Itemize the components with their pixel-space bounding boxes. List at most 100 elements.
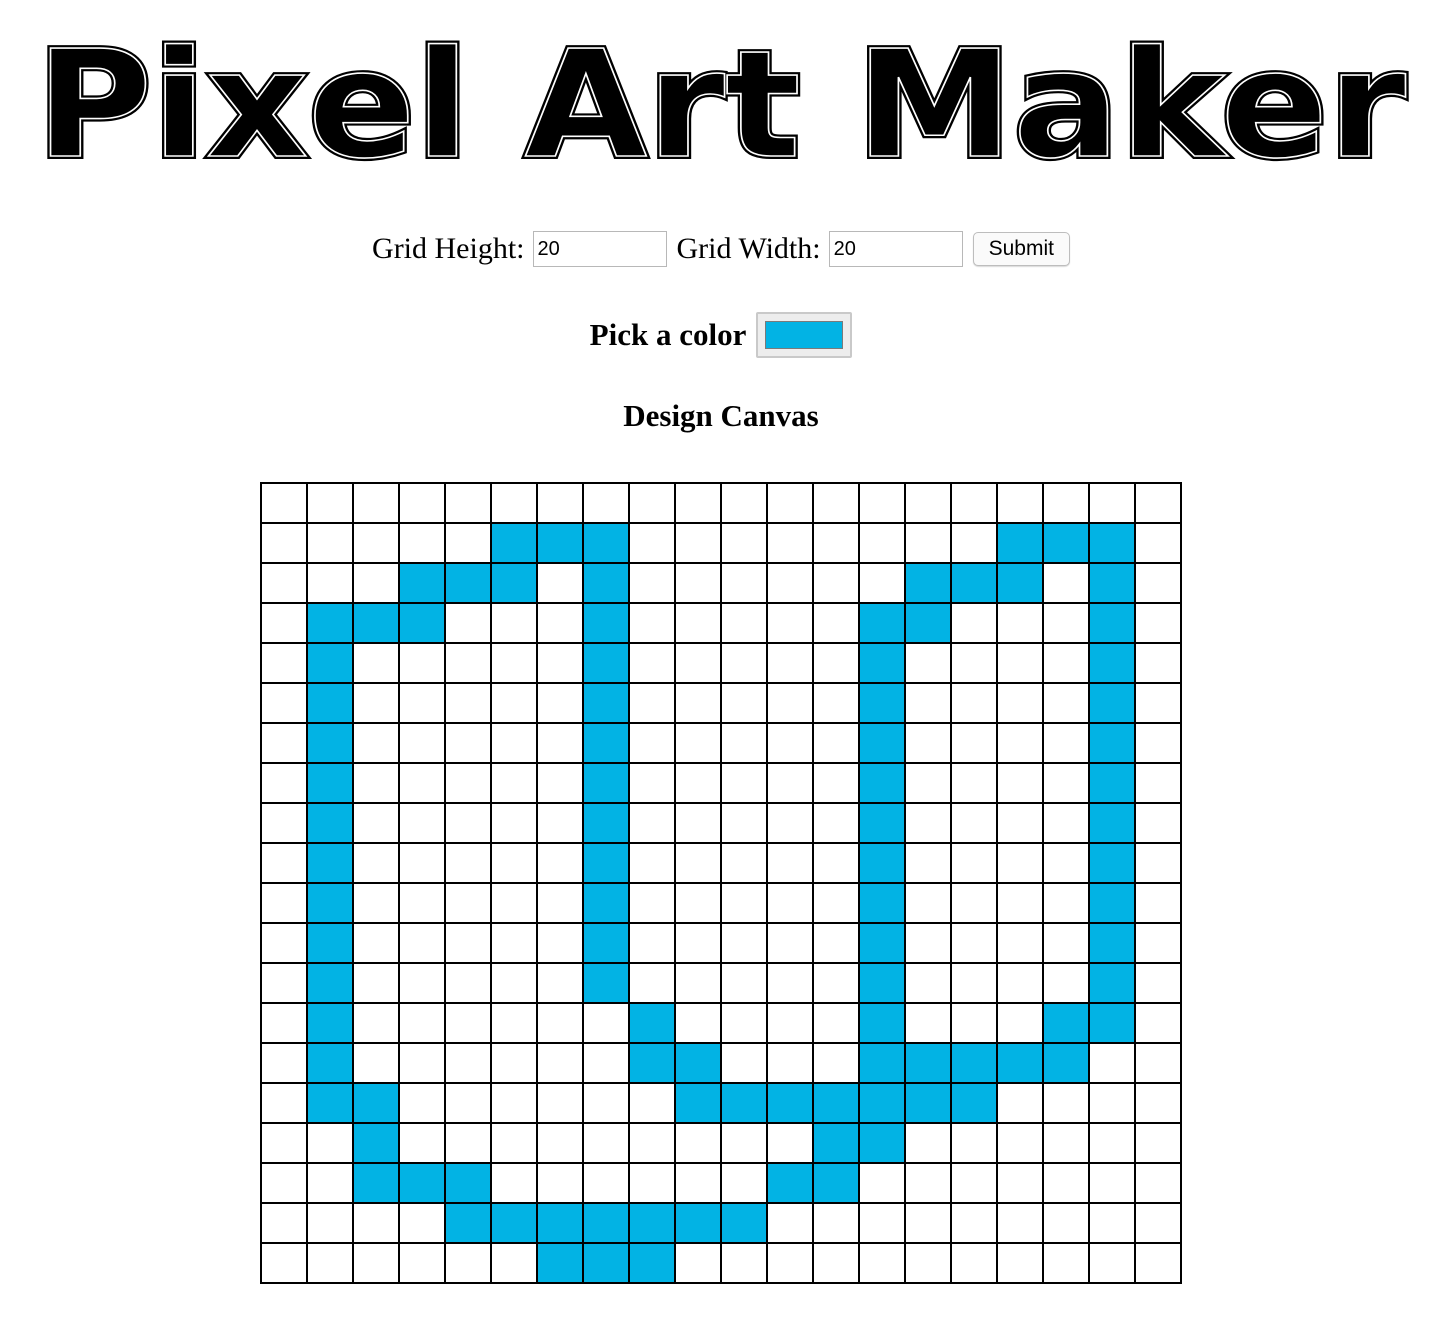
grid-cell[interactable] [536, 1242, 584, 1284]
grid-cell[interactable] [1042, 802, 1090, 844]
grid-cell[interactable] [858, 522, 906, 564]
grid-cell[interactable] [260, 1202, 308, 1244]
grid-cell[interactable] [1088, 1002, 1136, 1044]
grid-cell[interactable] [536, 1042, 584, 1084]
grid-cell[interactable] [858, 762, 906, 804]
grid-cell[interactable] [306, 802, 354, 844]
grid-cell[interactable] [1134, 682, 1182, 724]
grid-cell[interactable] [1042, 922, 1090, 964]
grid-cell[interactable] [1088, 482, 1136, 524]
grid-cell[interactable] [996, 642, 1044, 684]
grid-cell[interactable] [398, 1082, 446, 1124]
grid-width-input[interactable] [828, 231, 963, 267]
grid-cell[interactable] [1134, 922, 1182, 964]
grid-cell[interactable] [1088, 1242, 1136, 1284]
grid-cell[interactable] [1042, 1202, 1090, 1244]
grid-cell[interactable] [582, 1122, 630, 1164]
grid-cell[interactable] [444, 1042, 492, 1084]
grid-cell[interactable] [858, 922, 906, 964]
pixel-canvas[interactable] [260, 482, 1182, 1284]
grid-cell[interactable] [996, 962, 1044, 1004]
grid-cell[interactable] [260, 522, 308, 564]
grid-cell[interactable] [904, 1042, 952, 1084]
grid-cell[interactable] [766, 602, 814, 644]
grid-cell[interactable] [444, 482, 492, 524]
grid-cell[interactable] [352, 882, 400, 924]
grid-cell[interactable] [1088, 1082, 1136, 1124]
grid-cell[interactable] [536, 562, 584, 604]
grid-cell[interactable] [536, 642, 584, 684]
grid-cell[interactable] [904, 482, 952, 524]
grid-cell[interactable] [996, 1002, 1044, 1044]
grid-cell[interactable] [628, 1082, 676, 1124]
grid-cell[interactable] [812, 802, 860, 844]
grid-cell[interactable] [766, 522, 814, 564]
grid-cell[interactable] [628, 642, 676, 684]
grid-cell[interactable] [582, 602, 630, 644]
grid-cell[interactable] [904, 922, 952, 964]
grid-cell[interactable] [812, 1042, 860, 1084]
grid-cell[interactable] [950, 1162, 998, 1204]
grid-cell[interactable] [950, 1242, 998, 1284]
grid-cell[interactable] [490, 1082, 538, 1124]
grid-cell[interactable] [536, 1122, 584, 1164]
grid-cell[interactable] [260, 1002, 308, 1044]
grid-cell[interactable] [720, 562, 768, 604]
grid-cell[interactable] [352, 1082, 400, 1124]
grid-cell[interactable] [490, 1202, 538, 1244]
grid-cell[interactable] [674, 922, 722, 964]
grid-cell[interactable] [582, 962, 630, 1004]
grid-cell[interactable] [1088, 562, 1136, 604]
grid-cell[interactable] [628, 842, 676, 884]
grid-cell[interactable] [904, 802, 952, 844]
grid-cell[interactable] [766, 1162, 814, 1204]
grid-cell[interactable] [444, 642, 492, 684]
grid-cell[interactable] [904, 882, 952, 924]
grid-cell[interactable] [628, 562, 676, 604]
grid-cell[interactable] [720, 922, 768, 964]
grid-cell[interactable] [628, 1162, 676, 1204]
grid-cell[interactable] [352, 482, 400, 524]
grid-cell[interactable] [444, 602, 492, 644]
grid-cell[interactable] [260, 482, 308, 524]
grid-cell[interactable] [674, 562, 722, 604]
grid-cell[interactable] [536, 1002, 584, 1044]
grid-cell[interactable] [1134, 962, 1182, 1004]
grid-cell[interactable] [766, 722, 814, 764]
grid-cell[interactable] [904, 722, 952, 764]
grid-cell[interactable] [858, 602, 906, 644]
grid-cell[interactable] [628, 1042, 676, 1084]
grid-cell[interactable] [1042, 1162, 1090, 1204]
grid-cell[interactable] [812, 962, 860, 1004]
grid-cell[interactable] [352, 602, 400, 644]
grid-cell[interactable] [444, 1122, 492, 1164]
grid-cell[interactable] [306, 1122, 354, 1164]
grid-cell[interactable] [720, 642, 768, 684]
grid-cell[interactable] [444, 922, 492, 964]
grid-cell[interactable] [996, 922, 1044, 964]
grid-cell[interactable] [858, 962, 906, 1004]
grid-cell[interactable] [306, 482, 354, 524]
grid-cell[interactable] [444, 722, 492, 764]
grid-cell[interactable] [444, 1002, 492, 1044]
grid-cell[interactable] [628, 522, 676, 564]
grid-cell[interactable] [950, 842, 998, 884]
grid-cell[interactable] [444, 1242, 492, 1284]
grid-cell[interactable] [996, 522, 1044, 564]
grid-cell[interactable] [490, 682, 538, 724]
grid-cell[interactable] [1088, 882, 1136, 924]
grid-cell[interactable] [1088, 922, 1136, 964]
grid-cell[interactable] [536, 722, 584, 764]
grid-cell[interactable] [260, 882, 308, 924]
grid-cell[interactable] [720, 1042, 768, 1084]
grid-cell[interactable] [536, 762, 584, 804]
grid-cell[interactable] [996, 1242, 1044, 1284]
grid-cell[interactable] [398, 642, 446, 684]
grid-cell[interactable] [950, 1082, 998, 1124]
grid-cell[interactable] [536, 522, 584, 564]
grid-cell[interactable] [582, 482, 630, 524]
grid-cell[interactable] [904, 1122, 952, 1164]
grid-cell[interactable] [766, 762, 814, 804]
grid-cell[interactable] [398, 562, 446, 604]
grid-cell[interactable] [582, 1042, 630, 1084]
